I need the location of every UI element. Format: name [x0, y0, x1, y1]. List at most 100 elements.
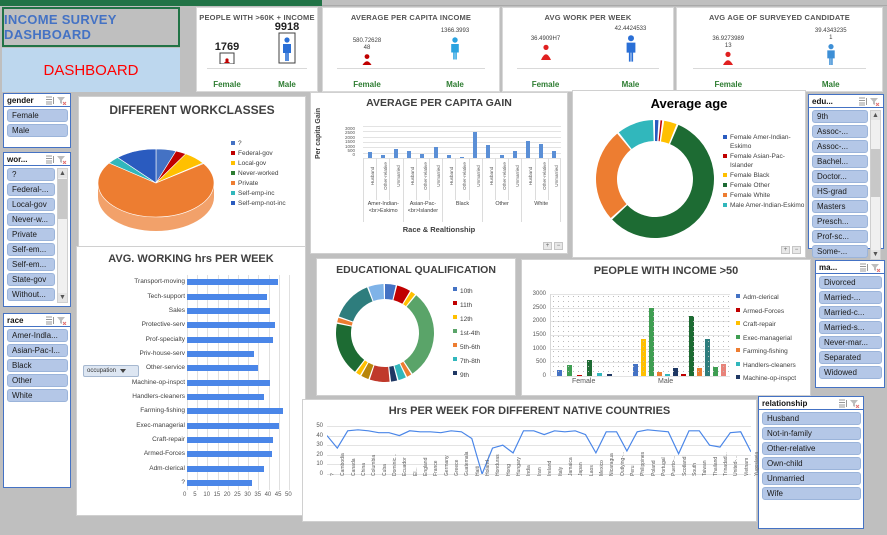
slicer-education[interactable]: edu... 9th Assoc-... Assoc-... Bachel...… [808, 94, 884, 260]
slicer-item[interactable]: Asian-Pac-I... [7, 344, 68, 357]
slicer-scrollbar[interactable]: ▲ ▼ [870, 110, 881, 260]
slicer-item[interactable]: Male [7, 124, 68, 137]
slicer-scrollbar[interactable]: ▲ ▼ [57, 168, 68, 303]
kpi-male-label: Male [821, 80, 840, 89]
slicer-item[interactable]: Never-mar... [819, 336, 882, 349]
slicer-item[interactable]: Federal-... [7, 183, 55, 196]
slicer-item[interactable]: Assoc-... [812, 140, 868, 153]
slicer-item[interactable]: Amer-Indla... [7, 329, 68, 342]
bar [657, 371, 662, 376]
clear-filter-icon[interactable] [849, 399, 860, 408]
x-group-label: Other [481, 200, 522, 222]
gridline [289, 275, 290, 490]
male-person-icon [451, 37, 459, 60]
slicer-item[interactable]: Divorced [819, 276, 882, 289]
slicer-item[interactable]: Local-gov [7, 198, 55, 211]
x-tick-label: Thailand [712, 456, 719, 476]
kpi-male-value: 9918 [274, 21, 300, 33]
legend-item: 12th [453, 313, 511, 326]
slicer-item[interactable]: Own-child [762, 457, 861, 470]
legend-swatch [736, 307, 740, 312]
slicer-item[interactable]: Unmarried [762, 472, 861, 485]
slicer-item[interactable]: Female [7, 109, 68, 122]
scroll-down-icon[interactable]: ▼ [871, 250, 880, 259]
legend-label: Female Other [730, 182, 770, 189]
multi-select-icon[interactable] [45, 155, 56, 164]
chart-zoom-controls[interactable]: + − [543, 242, 563, 250]
slicer-item[interactable]: Bachel... [812, 155, 868, 168]
clear-filter-icon[interactable] [869, 97, 880, 106]
slicer-item[interactable]: Other-relative [762, 442, 861, 455]
slicer-marital-status[interactable]: ma... Divorced Married-... Married-c... … [815, 260, 885, 388]
zoom-in-icon[interactable]: + [781, 246, 790, 254]
clear-filter-icon[interactable] [56, 316, 67, 325]
scroll-up-icon[interactable]: ▲ [58, 169, 67, 178]
slicer-workclass[interactable]: wor... ? Federal-... Local-gov Never-w..… [3, 152, 71, 307]
x-tick-label: Peru [629, 465, 636, 476]
chart-title: PEOPLE WITH INCOME >50 [593, 265, 739, 277]
kpi-male-value: 39.4343235 1 [814, 28, 847, 41]
clear-filter-icon[interactable] [56, 96, 67, 105]
slicer-item[interactable]: Married-s... [819, 321, 882, 334]
multi-select-icon[interactable] [859, 263, 870, 272]
slicer-item[interactable]: Doctor... [812, 170, 868, 183]
scroll-down-icon[interactable]: ▼ [58, 293, 67, 302]
gridline [551, 307, 730, 309]
chart-zoom-controls[interactable]: + − [781, 246, 801, 254]
slicer-item[interactable]: Assoc-... [812, 125, 868, 138]
slicer-item[interactable]: Self-em... [7, 243, 55, 256]
slicer-item[interactable]: Married-c... [819, 306, 882, 319]
multi-select-icon[interactable] [858, 97, 869, 106]
x-tick: 0 [183, 492, 187, 498]
slicer-item[interactable]: Married-... [819, 291, 882, 304]
slicer-item[interactable]: Black [7, 359, 68, 372]
slicer-item[interactable]: Masters [812, 200, 868, 213]
slicer-item[interactable]: Separated [819, 351, 882, 364]
x-tick-label: Puerto-... [671, 455, 678, 476]
x-tick-label: Haiti [474, 465, 481, 476]
gridline [551, 376, 730, 377]
scroll-up-icon[interactable]: ▲ [871, 111, 880, 120]
slicer-item[interactable]: HS-grad [812, 185, 868, 198]
legend-label: Adm-clerical [743, 294, 779, 301]
slicer-item[interactable]: Husband [762, 412, 861, 425]
y-tick: 50 [316, 423, 323, 429]
slicer-gender[interactable]: gender Female Male [3, 93, 71, 148]
zoom-out-icon[interactable]: − [554, 242, 563, 250]
scrollbar-thumb[interactable] [58, 179, 67, 219]
x-tick-label: Jamaica [567, 457, 574, 476]
gridline [363, 126, 561, 127]
slicer-item[interactable]: 9th [812, 110, 868, 123]
slicer-item[interactable]: Never-w... [7, 213, 55, 226]
slicer-item[interactable]: White [7, 389, 68, 402]
slicer-item[interactable]: Not-in-family [762, 427, 861, 440]
scrollbar-thumb[interactable] [871, 149, 880, 197]
slicer-item[interactable]: Private [7, 228, 55, 241]
clear-filter-icon[interactable] [870, 263, 881, 272]
slicer-item[interactable]: Prof-sc... [812, 230, 868, 243]
x-tick-label: Unmarried [515, 165, 521, 187]
slicer-item[interactable]: ? [7, 168, 55, 181]
multi-select-icon[interactable] [838, 399, 849, 408]
slicer-item[interactable]: Other [7, 374, 68, 387]
multi-select-icon[interactable] [45, 316, 56, 325]
zoom-in-icon[interactable]: + [543, 242, 552, 250]
clear-filter-icon[interactable] [56, 155, 67, 164]
slicer-item[interactable]: Self-em... [7, 258, 55, 271]
legend-label: Never-worked [238, 170, 279, 177]
legend-label: Private [238, 180, 259, 187]
slicer-item[interactable]: State-gov [7, 273, 55, 286]
bar-category-label: Handlers-cleaners [132, 392, 185, 400]
slicer-relationship[interactable]: relationship Husband Not-in-family Other… [758, 396, 864, 529]
bar [473, 131, 478, 158]
legend-label: Female White [730, 192, 771, 199]
slicer-item[interactable]: Presch... [812, 215, 868, 228]
slicer-race[interactable]: race Amer-Indla... Asian-Pac-I... Black … [3, 313, 71, 488]
zoom-out-icon[interactable]: − [792, 246, 801, 254]
multi-select-icon[interactable] [45, 96, 56, 105]
slicer-item[interactable]: Wife [762, 487, 861, 500]
x-tick-label: Vietnam [743, 457, 750, 476]
slicer-item[interactable]: Widowed [819, 366, 882, 379]
slicer-item[interactable]: Without... [7, 288, 55, 301]
slicer-item[interactable]: Some-... [812, 245, 868, 258]
